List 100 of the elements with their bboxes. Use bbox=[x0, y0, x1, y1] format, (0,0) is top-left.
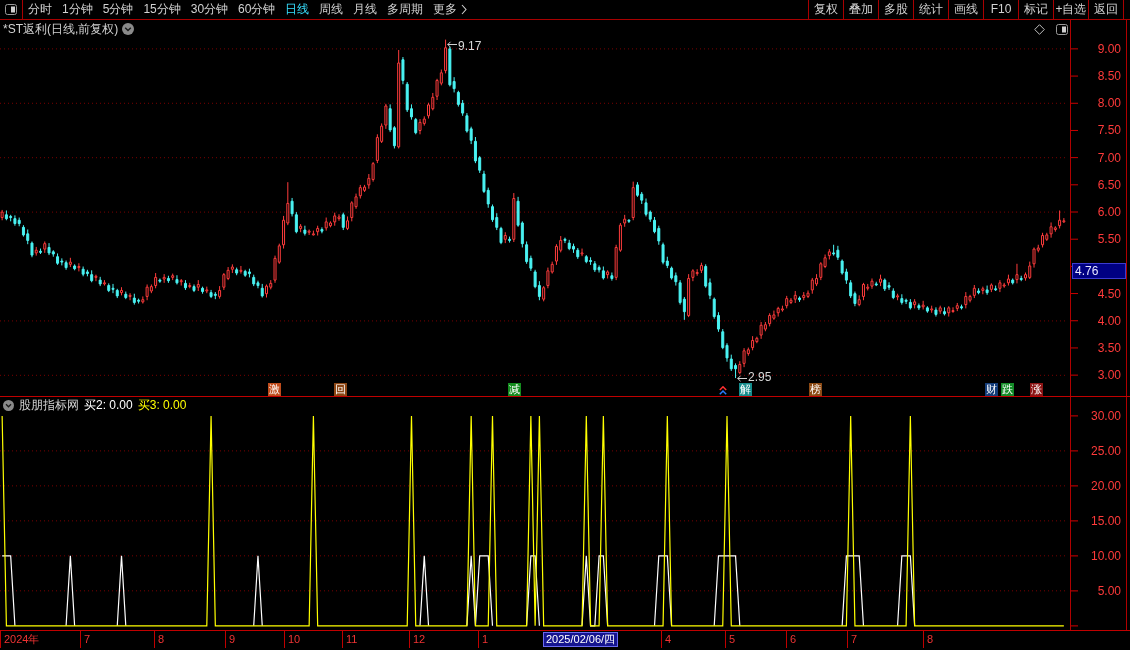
candlestick bbox=[503, 231, 507, 244]
candlestick bbox=[34, 246, 38, 257]
candlestick bbox=[81, 266, 85, 277]
candlestick bbox=[201, 286, 205, 295]
candlestick bbox=[806, 289, 810, 299]
candlestick bbox=[213, 291, 217, 300]
toolbar-button[interactable]: +自选 bbox=[1053, 0, 1088, 19]
candlestick bbox=[162, 273, 166, 284]
toolbar-button[interactable]: 复权 bbox=[808, 0, 843, 19]
candlestick bbox=[94, 274, 98, 282]
panel-icon bbox=[5, 4, 17, 15]
diamond-icon[interactable] bbox=[1034, 23, 1045, 35]
date-axis-label: 8 bbox=[154, 631, 165, 648]
candlestick bbox=[576, 247, 580, 260]
period-tab[interactable]: 分时 bbox=[28, 0, 52, 19]
period-tab[interactable]: 日线 bbox=[285, 0, 310, 19]
candlestick bbox=[874, 281, 878, 287]
event-marker: 减 bbox=[508, 383, 521, 396]
period-tab[interactable]: 月线 bbox=[353, 0, 378, 19]
candlestick bbox=[930, 305, 934, 314]
candlestick bbox=[947, 305, 951, 318]
candlestick bbox=[810, 277, 814, 295]
candlestick bbox=[499, 226, 503, 245]
candlestick bbox=[589, 256, 593, 266]
date-axis-label: 6 bbox=[786, 631, 797, 648]
period-tab[interactable]: 更多 bbox=[433, 0, 468, 19]
candlestick bbox=[98, 276, 102, 287]
price-axis-label: 3.00 bbox=[1097, 368, 1121, 383]
toolbar-button[interactable]: 标记 bbox=[1018, 0, 1053, 19]
toolbar-button[interactable]: 返回 bbox=[1088, 0, 1124, 19]
indicator-axis-label: 20.00 bbox=[1090, 478, 1121, 493]
candlestick bbox=[265, 283, 268, 299]
candlestick bbox=[154, 272, 158, 289]
candlestick bbox=[780, 305, 784, 313]
candlestick bbox=[141, 295, 145, 305]
candlestick bbox=[661, 242, 665, 265]
candlestick bbox=[951, 306, 955, 314]
candlestick bbox=[243, 269, 247, 278]
period-tab[interactable]: 多周期 bbox=[387, 0, 424, 19]
date-axis-label: 11 bbox=[342, 631, 358, 648]
candlestick bbox=[623, 214, 627, 228]
candlestick bbox=[977, 287, 981, 295]
candlestick bbox=[917, 303, 921, 311]
chevron-icon bbox=[461, 4, 468, 15]
period-tab[interactable]: 15分钟 bbox=[143, 0, 181, 19]
toolbar-button[interactable]: 画线 bbox=[948, 0, 983, 19]
candlestick bbox=[260, 283, 264, 299]
price-axis-label: 4.50 bbox=[1097, 286, 1121, 301]
toolbar-button[interactable]: 统计 bbox=[913, 0, 948, 19]
candlestick bbox=[593, 260, 597, 273]
candlestick bbox=[972, 284, 976, 299]
candlestick bbox=[938, 305, 942, 315]
period-tab[interactable]: 周线 bbox=[319, 0, 344, 19]
legend-label: 买2: 0.00 bbox=[84, 398, 133, 412]
candlestick bbox=[171, 273, 175, 281]
period-tab[interactable]: 30分钟 bbox=[190, 0, 229, 19]
candlestick bbox=[247, 268, 251, 278]
dropdown-icon[interactable] bbox=[122, 23, 135, 35]
candlestick bbox=[137, 298, 141, 305]
period-tab[interactable]: 60分钟 bbox=[238, 0, 276, 19]
leader-arrow-icon bbox=[447, 41, 457, 48]
candlestick bbox=[60, 257, 64, 266]
candlestick bbox=[695, 268, 699, 277]
candlestick bbox=[26, 229, 30, 245]
candlestick bbox=[508, 236, 512, 244]
candlestick bbox=[768, 312, 772, 327]
candlestick bbox=[320, 226, 324, 234]
candlestick bbox=[512, 192, 516, 243]
indicator-axis-label: 10.00 bbox=[1090, 548, 1121, 563]
candlestick bbox=[699, 262, 703, 274]
candlestick bbox=[179, 278, 183, 287]
candlestick bbox=[738, 360, 742, 375]
period-tab[interactable]: 1分钟 bbox=[62, 0, 93, 19]
period-tab[interactable]: 5分钟 bbox=[102, 0, 134, 19]
candlestick bbox=[900, 293, 904, 306]
candlestick bbox=[934, 306, 938, 318]
candlestick bbox=[9, 214, 13, 222]
candlestick bbox=[832, 244, 836, 257]
candlestick bbox=[861, 282, 865, 301]
candlestick bbox=[120, 286, 124, 296]
candlestick bbox=[132, 293, 136, 306]
toolbar-button[interactable]: 多股 bbox=[878, 0, 913, 19]
dropdown-icon[interactable] bbox=[3, 399, 14, 411]
panel-icon[interactable] bbox=[1056, 23, 1068, 35]
price-axis-label: 8.00 bbox=[1097, 96, 1121, 111]
candlestick bbox=[789, 297, 793, 305]
cursor-price-label: 4.76 bbox=[1072, 263, 1126, 279]
candlestick bbox=[759, 321, 763, 340]
candlestick bbox=[188, 282, 192, 289]
candlestick bbox=[47, 242, 51, 256]
candlestick bbox=[908, 298, 912, 310]
event-marker: 解 bbox=[739, 383, 752, 396]
toolbar-button[interactable]: 叠加 bbox=[843, 0, 878, 19]
candlestick bbox=[111, 283, 115, 294]
toolbar-button[interactable]: F10 bbox=[983, 0, 1018, 19]
candlestick bbox=[107, 282, 111, 293]
candlestick bbox=[346, 215, 350, 231]
date-axis-label: 8 bbox=[923, 631, 934, 648]
candlestick bbox=[879, 274, 883, 287]
candlestick bbox=[102, 279, 106, 287]
